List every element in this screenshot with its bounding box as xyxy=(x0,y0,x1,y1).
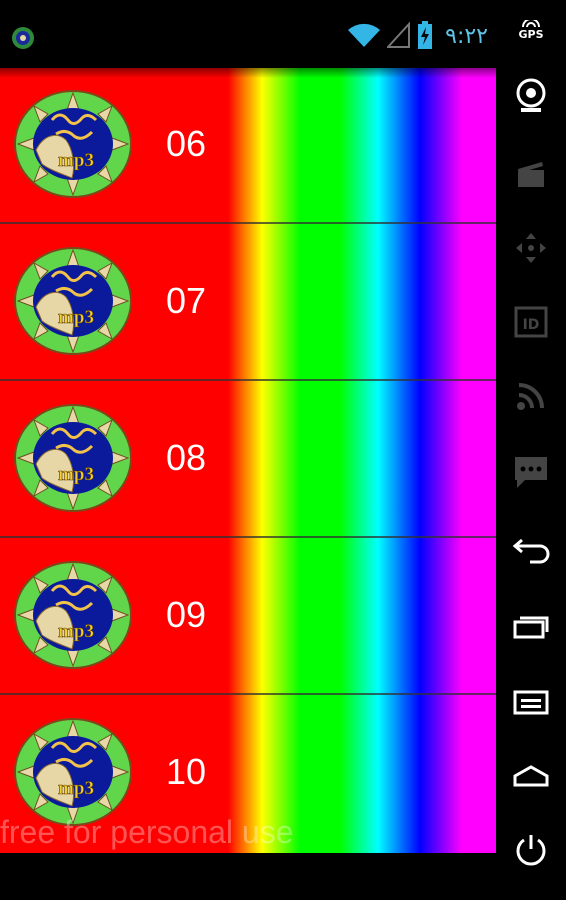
camera-icon[interactable] xyxy=(511,76,551,116)
home-icon[interactable] xyxy=(511,756,551,796)
rss-icon[interactable] xyxy=(511,376,551,416)
top-shadow xyxy=(0,68,496,78)
track-list[interactable]: 06 07 08 09 10 free for personal use xyxy=(0,68,496,853)
menu-icon[interactable] xyxy=(511,682,551,722)
gps-label: GPS xyxy=(518,28,544,41)
track-number: 07 xyxy=(166,280,207,321)
divider xyxy=(0,222,496,224)
screen: ٩:٢٢ 06 07 08 09 10 free for personal us… xyxy=(0,0,566,900)
bottom-bar xyxy=(0,853,496,900)
album-logo-icon xyxy=(14,90,132,198)
list-item[interactable]: 09 xyxy=(0,539,496,695)
gps-icon: GPS xyxy=(510,20,552,41)
list-item[interactable]: 08 xyxy=(0,382,496,538)
track-number: 10 xyxy=(166,751,207,792)
svg-text:ID: ID xyxy=(523,317,540,333)
side-navigation: GPS ID xyxy=(496,0,566,900)
wifi-icon xyxy=(347,22,381,52)
album-logo-icon xyxy=(14,404,132,512)
list-item[interactable]: 06 xyxy=(0,68,496,224)
status-time: ٩:٢٢ xyxy=(445,24,488,49)
signal-icon xyxy=(385,21,411,52)
dpad-icon[interactable] xyxy=(511,228,551,268)
id-card-icon[interactable]: ID xyxy=(511,302,551,342)
power-icon[interactable] xyxy=(511,830,551,870)
list-item[interactable]: 07 xyxy=(0,225,496,381)
track-number: 06 xyxy=(166,123,207,164)
back-icon[interactable] xyxy=(511,530,551,570)
divider xyxy=(0,693,496,695)
app-notification-icon xyxy=(10,26,36,50)
watermark-text: free for personal use xyxy=(0,814,294,850)
divider xyxy=(0,536,496,538)
status-indicators: ٩:٢٢ xyxy=(347,21,488,53)
movie-clapper-icon[interactable] xyxy=(511,154,551,194)
album-logo-icon xyxy=(14,247,132,355)
status-bar: ٩:٢٢ xyxy=(0,0,496,68)
battery-charging-icon xyxy=(417,21,433,53)
album-logo-icon xyxy=(14,718,132,826)
track-number: 08 xyxy=(166,437,207,478)
chat-icon[interactable] xyxy=(511,452,551,492)
recent-apps-icon[interactable] xyxy=(511,606,551,646)
album-logo-icon xyxy=(14,561,132,669)
divider xyxy=(0,379,496,381)
track-number: 09 xyxy=(166,594,207,635)
